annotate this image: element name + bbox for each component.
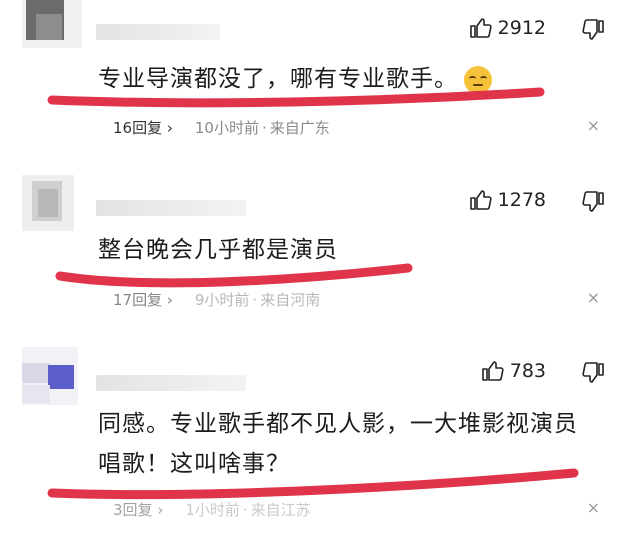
comment-time: 9小时前 <box>194 291 250 309</box>
close-icon[interactable]: × <box>587 288 600 307</box>
replies-link[interactable]: 3回复 › <box>113 499 163 520</box>
chevron-right-icon: › <box>166 119 173 137</box>
replies-link[interactable]: 16回复 › <box>113 117 173 138</box>
like-count: 2912 <box>497 17 546 39</box>
avatar-image <box>22 0 82 48</box>
close-icon[interactable]: × <box>587 498 600 517</box>
avatar-image <box>22 175 74 231</box>
comment-item: 1278 整台晚会几乎都是演员 17回复 › 9小时前 · 来自河南 × <box>0 160 640 335</box>
like-button[interactable]: 1278 <box>468 188 546 212</box>
like-count: 783 <box>509 360 546 382</box>
avatar[interactable] <box>22 175 74 231</box>
thumbs-down-icon[interactable] <box>582 190 606 214</box>
separator: · <box>261 118 267 137</box>
like-count: 1278 <box>497 189 546 211</box>
comment-meta: 16回复 › 10小时前 · 来自广东 <box>113 117 330 138</box>
comment-location: 来自河南 <box>260 291 321 309</box>
username-blurred[interactable] <box>96 375 246 391</box>
like-button[interactable]: 783 <box>480 359 546 383</box>
comment-time: 1小时前 <box>185 501 240 519</box>
thumbs-up-icon <box>469 190 492 210</box>
thumbs-down-icon[interactable] <box>582 361 606 385</box>
chevron-right-icon: › <box>166 291 173 309</box>
comment-location: 来自江苏 <box>250 501 311 519</box>
separator: · <box>242 500 248 519</box>
avatar[interactable] <box>22 0 82 48</box>
comment-location: 来自广东 <box>269 119 330 137</box>
separator: · <box>252 290 258 309</box>
comment-text-line: 同感。专业歌手都不见人影，一大堆影视演员 <box>98 411 578 437</box>
comment-meta: 3回复 › 1小时前 · 来自江苏 <box>113 499 311 520</box>
username-blurred[interactable] <box>96 24 220 40</box>
replies-link[interactable]: 17回复 › <box>113 289 173 310</box>
comment-meta: 17回复 › 9小时前 · 来自河南 <box>113 289 320 310</box>
thumbs-down-icon[interactable] <box>582 18 606 42</box>
red-underline <box>47 468 579 500</box>
avatar[interactable] <box>22 347 78 405</box>
close-icon[interactable]: × <box>587 116 600 135</box>
like-button[interactable]: 2912 <box>468 16 546 40</box>
thumbs-up-icon <box>481 361 504 381</box>
comment-item: 2912 专业导演都没了，哪有专业歌手。 16回复 › 10小时前 · 来自广东… <box>0 0 640 160</box>
comment-item: 783 同感。专业歌手都不见人影，一大堆影视演员 唱歌！这叫啥事？ 3回复 › … <box>0 335 640 533</box>
username-blurred[interactable] <box>96 200 246 216</box>
chevron-right-icon: › <box>157 501 164 519</box>
avatar-image <box>22 347 78 405</box>
thumbs-up-icon <box>469 18 492 38</box>
comment-time: 10小时前 <box>194 119 259 137</box>
